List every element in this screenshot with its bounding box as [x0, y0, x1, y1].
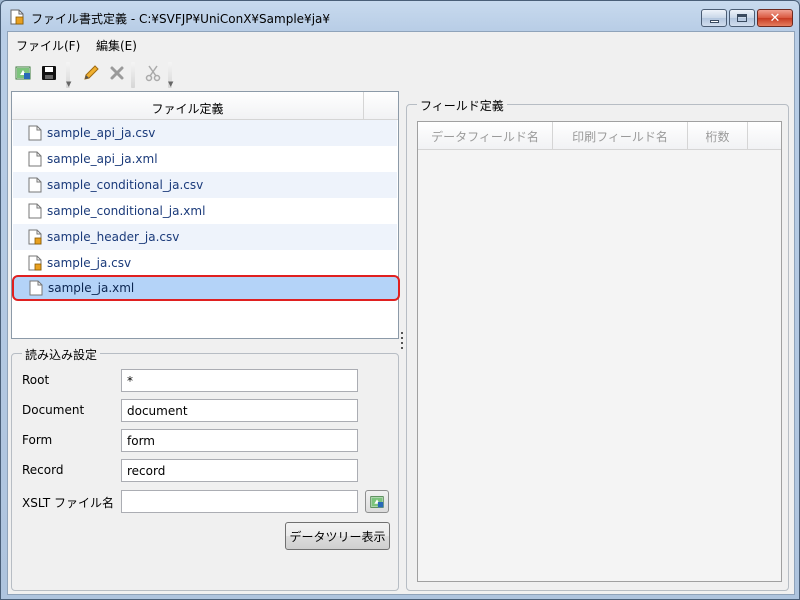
field-definition-group: フィールド定義 データフィールド名 印刷フィールド名 桁数 — [406, 97, 789, 591]
record-input[interactable]: record — [121, 459, 358, 482]
app-window: ファイル書式定義 - C:¥SVFJP¥UniConX¥Sample¥ja¥ ✕… — [0, 0, 800, 600]
xslt-file-input[interactable] — [121, 490, 358, 513]
document-icon — [29, 280, 43, 296]
field-label-record: Record — [22, 463, 64, 477]
list-item[interactable]: sample_conditional_ja.xml — [13, 198, 397, 224]
title-bar[interactable]: ファイル書式定義 - C:¥SVFJP¥UniConX¥Sample¥ja¥ ✕ — [1, 1, 799, 31]
field-label-xslt: XSLT ファイル名 — [22, 496, 115, 510]
field-label-form: Form — [22, 433, 53, 447]
table-header: データフィールド名 印刷フィールド名 桁数 — [418, 122, 781, 150]
app-icon — [10, 9, 24, 25]
menu-edit[interactable]: 編集(E) — [96, 37, 137, 54]
file-definition-list[interactable]: ファイル定義 sample_api_ja.csv sample_api_ja.x… — [11, 91, 400, 339]
list-item[interactable]: sample_api_ja.csv — [13, 120, 397, 146]
document-lock-icon — [28, 229, 42, 245]
list-item[interactable]: sample_header_ja.csv — [13, 224, 397, 250]
window-title: ファイル書式定義 - C:¥SVFJP¥UniConX¥Sample¥ja¥ — [31, 12, 331, 26]
document-icon — [28, 203, 42, 219]
read-settings-group: 読み込み設定 Root * Document document Form for… — [11, 346, 399, 591]
maximize-icon — [737, 14, 747, 22]
browse-icon — [370, 495, 384, 508]
minimize-button[interactable] — [701, 9, 727, 27]
open-icon — [15, 66, 31, 80]
save-button[interactable] — [38, 62, 60, 84]
close-button[interactable]: ✕ — [757, 9, 793, 27]
form-input[interactable]: form — [121, 429, 358, 452]
list-item-label: sample_ja.xml — [48, 281, 135, 295]
list-item-label: sample_conditional_ja.csv — [47, 178, 204, 192]
list-header: ファイル定義 — [12, 92, 398, 120]
toolbar-separator: ▼ — [165, 62, 175, 88]
minimize-icon — [709, 19, 719, 23]
document-icon — [28, 125, 42, 141]
list-item-label: sample_ja.csv — [47, 256, 132, 270]
field-label-root: Root — [22, 373, 50, 387]
save-icon — [42, 66, 56, 80]
close-icon: ✕ — [769, 10, 781, 26]
list-item[interactable]: sample_api_ja.xml — [13, 146, 397, 172]
document-lock-icon — [28, 255, 42, 271]
list-item-label: sample_conditional_ja.xml — [47, 204, 206, 218]
xslt-browse-button[interactable] — [365, 490, 389, 513]
root-input[interactable]: * — [121, 369, 358, 392]
menu-file[interactable]: ファイル(F) — [16, 37, 80, 54]
list-item-label: sample_header_ja.csv — [47, 230, 180, 244]
column-header-digits[interactable]: 桁数 — [688, 122, 748, 150]
list-item-selected[interactable]: sample_ja.xml — [12, 275, 400, 301]
list-item[interactable]: sample_conditional_ja.csv — [13, 172, 397, 198]
delete-icon — [110, 66, 124, 80]
group-title: フィールド定義 — [417, 97, 507, 114]
document-icon — [28, 177, 42, 193]
document-input[interactable]: document — [121, 399, 358, 422]
field-definition-table[interactable]: データフィールド名 印刷フィールド名 桁数 — [417, 121, 782, 582]
column-header-file-definition[interactable]: ファイル定義 — [12, 92, 364, 120]
left-panel: ファイル定義 sample_api_ja.csv sample_api_ja.x… — [11, 91, 400, 591]
toolbar: ▼ ▼ — [8, 56, 794, 90]
column-header-print-field[interactable]: 印刷フィールド名 — [553, 122, 688, 150]
open-button[interactable] — [12, 62, 34, 84]
cut-button[interactable] — [142, 62, 164, 84]
document-icon — [28, 151, 42, 167]
splitter-handle[interactable] — [400, 332, 404, 352]
menu-bar: ファイル(F) 編集(E) — [8, 32, 794, 56]
list-item-label: sample_api_ja.csv — [47, 126, 156, 140]
delete-button[interactable] — [106, 62, 128, 84]
toolbar-separator: ▼ — [63, 62, 73, 88]
column-header-data-field[interactable]: データフィールド名 — [418, 122, 553, 150]
data-tree-button[interactable]: データツリー表示 — [285, 522, 390, 550]
toolbar-separator — [128, 62, 138, 88]
list-item-label: sample_api_ja.xml — [47, 152, 158, 166]
client-area: ファイル(F) 編集(E) ▼ ▼ ファイル定義 sample_api_ja.c… — [7, 31, 795, 595]
group-title: 読み込み設定 — [22, 346, 101, 363]
field-label-document: Document — [22, 403, 85, 417]
cut-icon — [145, 65, 161, 82]
edit-icon — [84, 65, 99, 80]
list-item[interactable]: sample_ja.csv — [13, 250, 397, 276]
edit-button[interactable] — [80, 62, 102, 84]
maximize-button[interactable] — [729, 9, 755, 27]
